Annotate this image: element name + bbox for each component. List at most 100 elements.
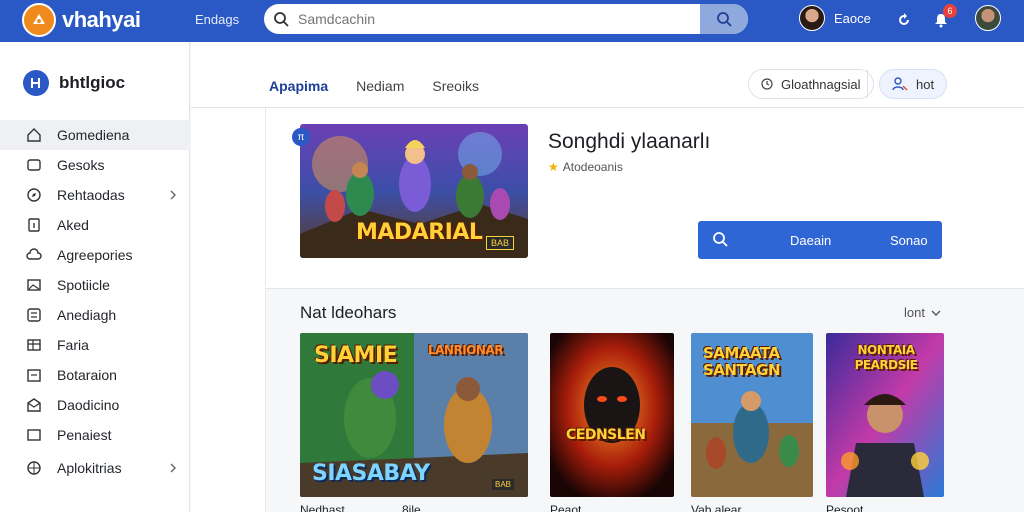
top-bar: vhahyai Endags Eaoce 6 (0, 0, 1024, 42)
action-divider (867, 70, 868, 98)
sidebar-item-label: Rehtaodas (57, 187, 125, 203)
chevron-down-icon (931, 310, 941, 316)
notification-badge: 6 (943, 4, 957, 18)
info-icon (25, 216, 43, 234)
sidebar-item-12[interactable]: Aplokitrias (0, 453, 190, 483)
search-icon (264, 4, 298, 34)
sidebar-item-6[interactable]: Spotiicle (0, 270, 190, 300)
star-icon: ★ (548, 160, 559, 174)
game-card-label[interactable]: Peaot (550, 503, 581, 512)
table-icon (25, 336, 43, 354)
square-icon (25, 426, 43, 444)
game-card-label[interactable]: Pesoot (826, 503, 863, 512)
game-card-label[interactable]: Nedhast (300, 503, 345, 512)
sort-dropdown[interactable]: lont (904, 305, 941, 320)
sidebar-item-label: Gomediena (57, 127, 130, 143)
cta-right-label: Sonao (890, 233, 928, 248)
tab-apapima[interactable]: Apapima (266, 70, 331, 110)
featured-title: Songhdi ylaanarlı (548, 130, 711, 153)
sidebar-item-label: Gesoks (57, 157, 105, 173)
user-avatar[interactable] (799, 5, 825, 31)
tab-nediam[interactable]: Nediam (356, 70, 404, 102)
game-card-label[interactable]: 8ile (402, 503, 421, 512)
sidebar-brand[interactable]: bhtlgioc (23, 70, 125, 96)
game-card[interactable]: NONTAIA PEARDSIE (826, 333, 944, 497)
featured-subtitle: ★ Atodeoanis (548, 160, 623, 174)
mail-icon (25, 396, 43, 414)
sidebar-item-label: Botaraion (57, 367, 117, 383)
refresh-icon[interactable] (893, 9, 915, 31)
games-section: Nat ldeohars lont SIAMIE LANRIONAR SIASA… (265, 288, 1024, 512)
user-add-icon (892, 77, 908, 91)
profile-pill[interactable]: hot (879, 69, 948, 99)
calendar-icon (25, 366, 43, 384)
main-content: Apapima Nediam Sreoiks Gloathnagsial hot… (191, 42, 1024, 512)
user-name[interactable]: Eaoce (834, 11, 871, 26)
sidebar-item-label: Aked (57, 217, 89, 233)
sidebar-nav: Gomediena Gesoks Rehtaodas Aked Agreepor… (0, 120, 190, 483)
featured-game-art[interactable]: MADARIAL BAB (300, 124, 528, 258)
sidebar: bhtlgioc Gomediena Gesoks Rehtaodas Aked… (0, 42, 190, 512)
card-art-title: NONTAIA PEARDSIE (854, 343, 918, 372)
account-avatar[interactable] (975, 5, 1001, 31)
game-card[interactable]: SAMAATA SANTAGN (691, 333, 813, 497)
sidebar-item-7[interactable]: Anediagh (0, 300, 190, 330)
card-art-title: SIAMIE (314, 343, 398, 368)
sidebar-item-label: Penaiest (57, 427, 112, 443)
search-input[interactable] (298, 4, 700, 34)
section-title: Nat ldeohars (300, 303, 397, 322)
game-card[interactable]: SIAMIE LANRIONAR SIASABAY BAB (300, 333, 528, 497)
sidebar-item-9[interactable]: Botaraion (0, 360, 190, 390)
card-art-tag: BAB (492, 479, 515, 490)
card-art-subtitle: SIASABAY (312, 461, 430, 486)
game-card[interactable]: CEDNSLEN (550, 333, 674, 497)
featured-art-tag: BAB (486, 236, 515, 250)
sort-label: lont (904, 305, 925, 320)
sidebar-item-label: Aplokitrias (57, 460, 122, 476)
globe-icon (25, 459, 43, 477)
profile-pill-label: hot (916, 76, 935, 92)
card-art-title: SAMAATA SANTAGN (703, 344, 781, 379)
featured-subtitle-text: Atodeoanis (562, 160, 623, 174)
filter-pill-label: Gloathnagsial (781, 76, 861, 92)
home-icon (25, 126, 43, 144)
card-art-title-secondary: LANRIONAR (428, 343, 503, 357)
search-bar (264, 4, 748, 34)
featured-art-title: MADARIAL (356, 220, 483, 245)
sidebar-item-home[interactable]: Gomediena (0, 120, 190, 150)
search-button[interactable] (700, 4, 748, 34)
sidebar-item-11[interactable]: Penaiest (0, 420, 190, 450)
top-nav-link[interactable]: Endags (195, 12, 239, 27)
sidebar-item-2[interactable]: Gesoks (0, 150, 190, 180)
sidebar-item-3[interactable]: Rehtaodas (0, 180, 190, 210)
featured-card: π MADARIAL BAB Songhdi ylaanarlı ★ Atode… (265, 108, 1024, 286)
cta-left-label: Daeain (790, 233, 832, 248)
image-icon (25, 276, 43, 294)
sidebar-item-label: Agreepories (57, 247, 133, 263)
logo-text: vhahyai (62, 7, 141, 32)
sidebar-item-label: Spotiicle (57, 277, 110, 293)
tab-sreoiks[interactable]: Sreoiks (432, 70, 479, 102)
card-art-title: CEDNSLEN (566, 427, 646, 443)
tab-bar: Apapima Nediam Sreoiks (266, 70, 507, 110)
brand-icon (23, 70, 49, 96)
sidebar-item-4[interactable]: Aked (0, 210, 190, 240)
filter-pill[interactable]: Gloathnagsial (748, 69, 874, 99)
sidebar-item-10[interactable]: Daodicino (0, 390, 190, 420)
sidebar-item-label: Anediagh (57, 307, 117, 323)
clock-icon (761, 78, 773, 90)
app-logo[interactable]: vhahyai (22, 3, 141, 37)
featured-cta-button[interactable]: Daeain Sonao (698, 221, 942, 259)
compass-icon (25, 186, 43, 204)
cloud-icon (25, 246, 43, 264)
search-icon (712, 231, 728, 250)
pin-icon: π (292, 128, 310, 146)
grid-icon (25, 306, 43, 324)
sidebar-item-label: Daodicino (57, 397, 120, 413)
sidebar-item-8[interactable]: Faria (0, 330, 190, 360)
sidebar-item-5[interactable]: Agreepories (0, 240, 190, 270)
game-card-label[interactable]: Vab alear (691, 503, 741, 512)
chevron-right-icon (168, 461, 178, 477)
logo-mark-icon (22, 3, 56, 37)
search-submit-icon (717, 12, 732, 27)
